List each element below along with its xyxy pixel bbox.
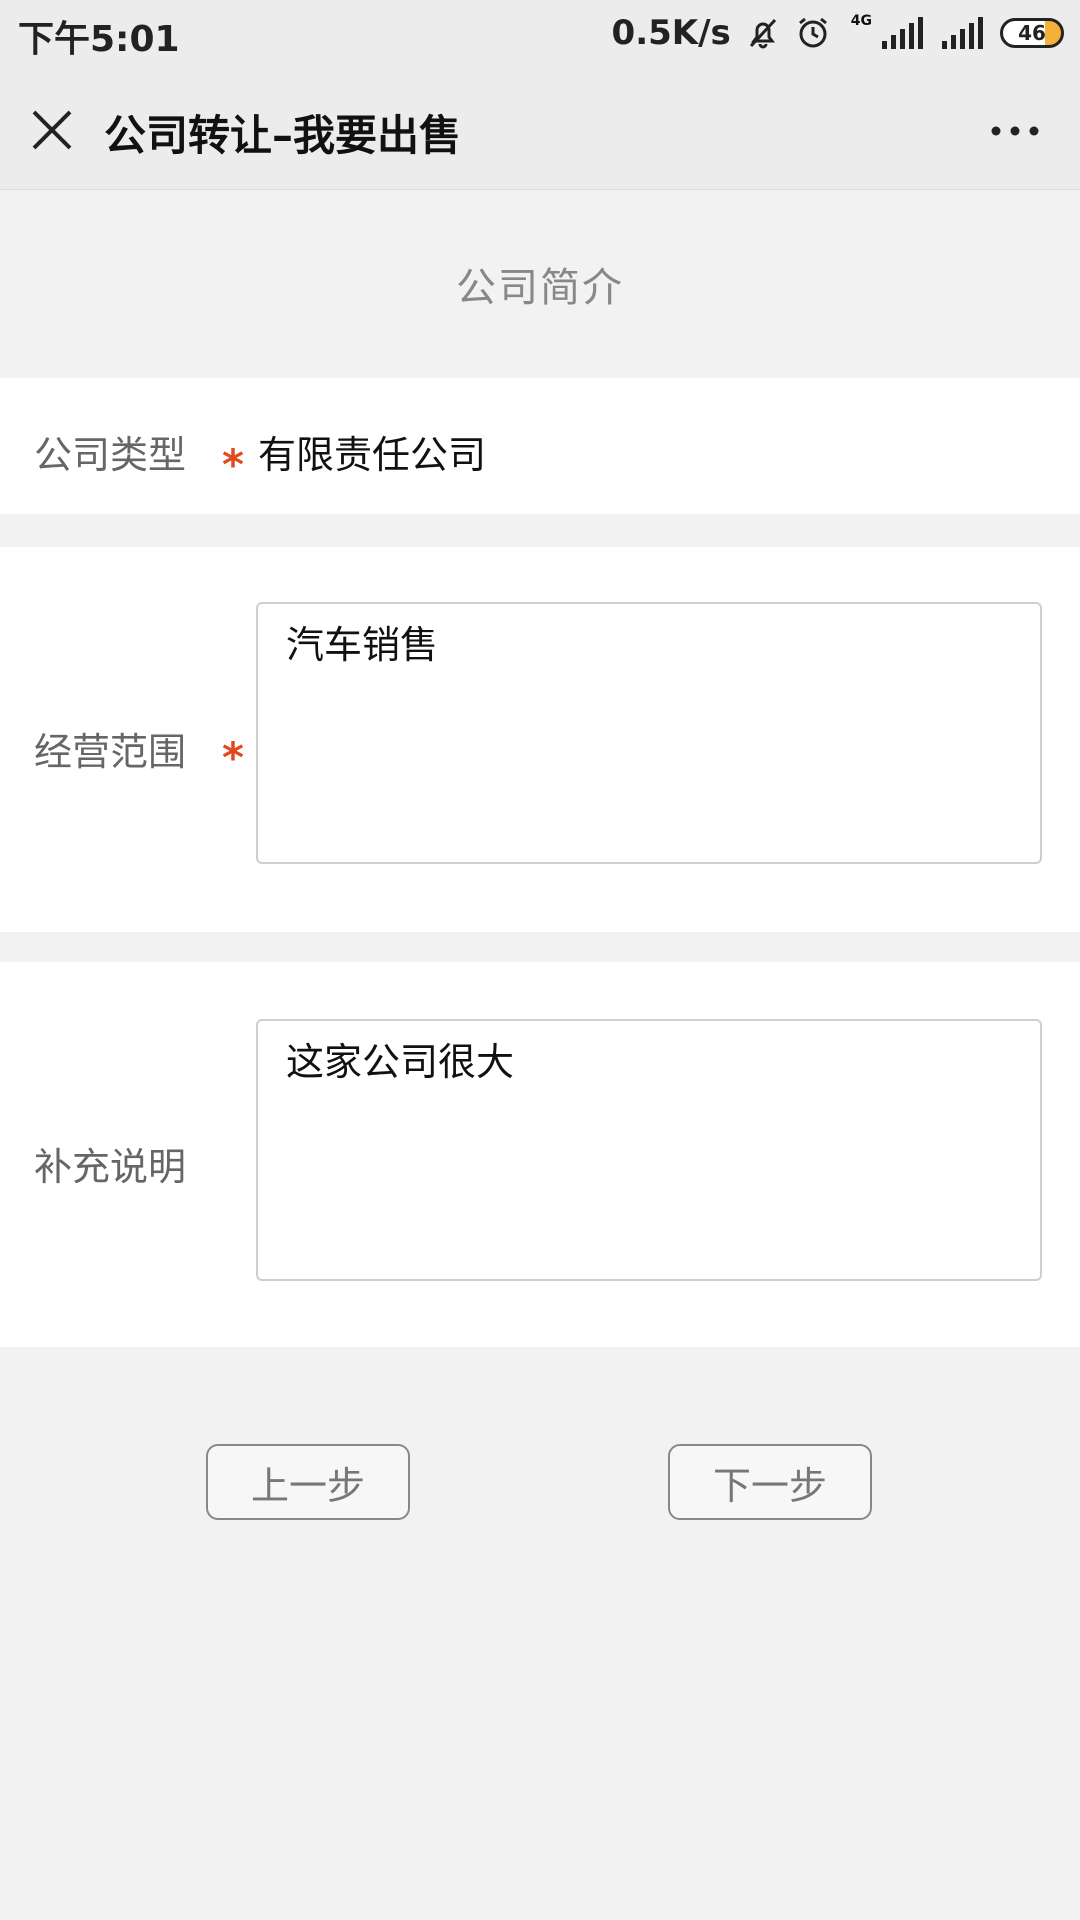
prev-step-button[interactable]: 上一步 (206, 1444, 410, 1520)
supplement-row: 补充说明 这家公司很大 (0, 962, 1080, 1347)
business-scope-label: 经营范围 (34, 730, 187, 774)
company-type-label: 公司类型 (34, 433, 187, 477)
supplement-textarea[interactable]: 这家公司很大 (256, 1019, 1042, 1281)
page-title: 公司转让–我要出售 (104, 111, 462, 160)
supplement-label: 补充说明 (34, 1145, 187, 1189)
mute-bell-icon (745, 15, 781, 51)
status-time: 下午5:01 (18, 19, 180, 60)
section-header: 公司简介 (0, 190, 1080, 378)
title-bar: 公司转让–我要出售 (0, 66, 1080, 190)
battery-indicator: 46 (1000, 18, 1064, 48)
alarm-icon (795, 15, 831, 51)
business-scope-textarea[interactable]: 汽车销售 (256, 602, 1042, 864)
close-icon[interactable] (26, 104, 78, 156)
network-type: 4G (850, 12, 872, 29)
company-type-value[interactable]: 有限责任公司 (258, 424, 486, 479)
company-type-row: 公司类型 * 有限责任公司 (0, 378, 1080, 514)
required-mark: * (222, 733, 244, 782)
signal-icon (940, 15, 986, 51)
required-mark: * (222, 440, 244, 489)
more-icon[interactable] (990, 116, 1040, 146)
network-speed: 0.5K/s (611, 13, 731, 53)
status-icons: 0.5K/s 4G 46 (612, 12, 1064, 54)
status-bar: 下午5:01 0.5K/s 4G 46 (0, 0, 1080, 66)
section-title: 公司简介 (456, 265, 624, 311)
business-scope-row: 经营范围 * 汽车销售 (0, 547, 1080, 932)
next-step-button[interactable]: 下一步 (668, 1444, 872, 1520)
signal-icon (880, 15, 926, 51)
